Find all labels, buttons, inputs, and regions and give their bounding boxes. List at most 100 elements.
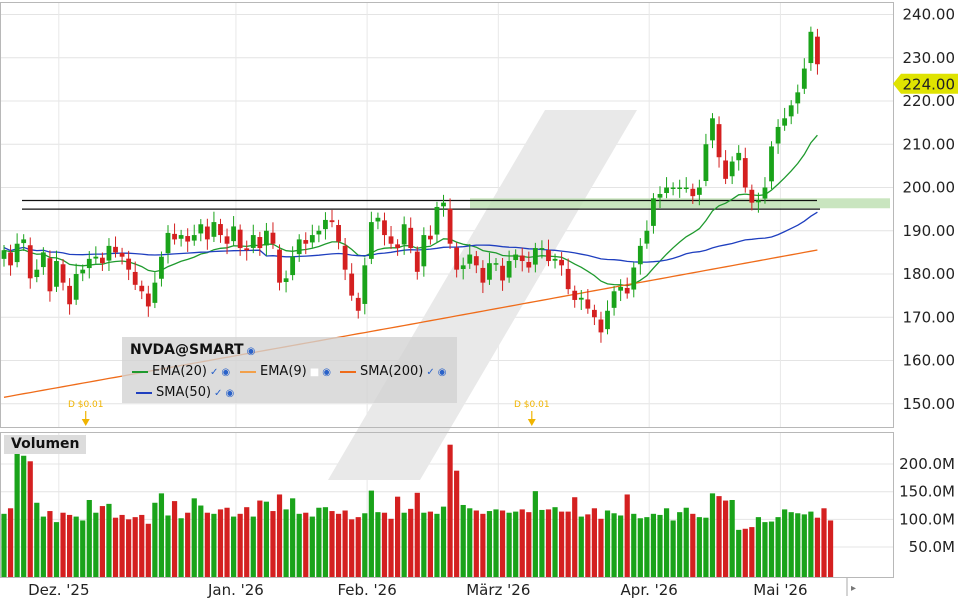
- scroll-right-icon[interactable]: ▸: [851, 583, 856, 594]
- candle[interactable]: [598, 311, 604, 343]
- candle[interactable]: [572, 285, 578, 308]
- candle[interactable]: [172, 223, 177, 245]
- candle[interactable]: [231, 216, 236, 247]
- settings-icon[interactable]: ◉: [221, 367, 230, 378]
- candle[interactable]: [126, 250, 132, 281]
- candle[interactable]: [250, 224, 256, 254]
- candle[interactable]: [651, 193, 656, 234]
- candle[interactable]: [198, 219, 204, 242]
- candle[interactable]: [106, 238, 112, 271]
- settings-icon[interactable]: ◉: [225, 388, 234, 399]
- candle[interactable]: [368, 211, 374, 265]
- candle[interactable]: [664, 177, 669, 199]
- check-icon[interactable]: ✓: [210, 367, 218, 378]
- candle[interactable]: [27, 237, 33, 289]
- candle[interactable]: [434, 201, 440, 243]
- symbol-label[interactable]: NVDA@SMART: [130, 342, 244, 358]
- candle[interactable]: [428, 225, 433, 245]
- legend-item-sma200[interactable]: SMA(200) ✓ ◉: [340, 364, 446, 379]
- candle[interactable]: [362, 257, 368, 315]
- candle[interactable]: [277, 244, 282, 291]
- candle[interactable]: [788, 100, 794, 125]
- candle[interactable]: [408, 217, 414, 254]
- candle[interactable]: [113, 236, 118, 258]
- candle[interactable]: [769, 141, 774, 190]
- dividend-marker[interactable]: D $0.01: [514, 400, 550, 426]
- candle[interactable]: [703, 133, 709, 187]
- candle[interactable]: [605, 300, 610, 335]
- candle[interactable]: [323, 212, 328, 240]
- candle[interactable]: [782, 107, 788, 131]
- settings-icon[interactable]: ◉: [247, 346, 256, 357]
- candle[interactable]: [336, 219, 341, 250]
- candle[interactable]: [742, 147, 748, 193]
- candle[interactable]: [119, 247, 125, 265]
- candle[interactable]: [185, 228, 191, 252]
- candle[interactable]: [296, 234, 302, 262]
- candle[interactable]: [14, 233, 20, 268]
- candle[interactable]: [73, 263, 79, 305]
- candle[interactable]: [729, 156, 735, 185]
- candle[interactable]: [775, 119, 781, 154]
- check-icon[interactable]: ✓: [426, 367, 434, 378]
- candle[interactable]: [303, 232, 309, 255]
- stock-chart[interactable]: D $0.01 D $0.01 150.00160.00170.00180.001…: [0, 0, 960, 600]
- candle[interactable]: [644, 220, 650, 249]
- candle[interactable]: [618, 279, 624, 302]
- candle[interactable]: [152, 272, 158, 309]
- candle[interactable]: [736, 145, 742, 171]
- candle[interactable]: [93, 246, 99, 264]
- candle[interactable]: [723, 150, 728, 185]
- candle[interactable]: [132, 261, 138, 291]
- legend-item-sma50[interactable]: SMA(50) ✓ ◉: [136, 385, 234, 400]
- candle[interactable]: [421, 227, 427, 277]
- candle[interactable]: [592, 304, 597, 326]
- candle[interactable]: [559, 252, 564, 276]
- settings-icon[interactable]: ◉: [438, 367, 447, 378]
- unchecked-icon[interactable]: ■: [310, 367, 319, 378]
- candle[interactable]: [309, 224, 315, 248]
- check-icon[interactable]: ✓: [214, 388, 222, 399]
- candle[interactable]: [80, 264, 86, 282]
- candles[interactable]: [1, 26, 820, 343]
- candle[interactable]: [178, 229, 184, 247]
- candle[interactable]: [388, 225, 394, 249]
- candle[interactable]: [211, 211, 217, 242]
- candle[interactable]: [808, 26, 814, 71]
- candle[interactable]: [677, 179, 683, 198]
- candle[interactable]: [414, 246, 420, 280]
- candle[interactable]: [795, 84, 801, 114]
- candle[interactable]: [441, 194, 446, 217]
- candle[interactable]: [67, 278, 72, 315]
- candle[interactable]: [145, 285, 151, 317]
- candle[interactable]: [159, 251, 164, 287]
- candle[interactable]: [670, 182, 676, 196]
- candle[interactable]: [349, 263, 355, 301]
- candle[interactable]: [139, 280, 145, 300]
- candle[interactable]: [264, 222, 269, 256]
- candle[interactable]: [611, 286, 617, 316]
- candle[interactable]: [316, 225, 322, 243]
- candle[interactable]: [801, 58, 807, 94]
- legend-item-ema9[interactable]: EMA(9) ■ ◉: [240, 364, 331, 379]
- candle[interactable]: [218, 218, 223, 243]
- candle[interactable]: [447, 198, 453, 249]
- candle[interactable]: [565, 258, 571, 295]
- candle[interactable]: [100, 252, 105, 271]
- candle[interactable]: [395, 239, 400, 256]
- candle[interactable]: [815, 28, 820, 75]
- settings-icon[interactable]: ◉: [322, 367, 331, 378]
- candle[interactable]: [716, 116, 722, 168]
- candle[interactable]: [375, 212, 381, 230]
- legend-item-ema20[interactable]: EMA(20) ✓ ◉: [132, 364, 230, 379]
- candle[interactable]: [329, 209, 335, 228]
- candle[interactable]: [204, 218, 210, 250]
- candle[interactable]: [34, 259, 40, 283]
- candle[interactable]: [683, 177, 689, 193]
- candle[interactable]: [710, 113, 715, 149]
- candle[interactable]: [54, 250, 59, 292]
- candle[interactable]: [637, 238, 643, 275]
- candle[interactable]: [355, 292, 361, 319]
- candle[interactable]: [631, 262, 637, 298]
- candle[interactable]: [60, 259, 66, 291]
